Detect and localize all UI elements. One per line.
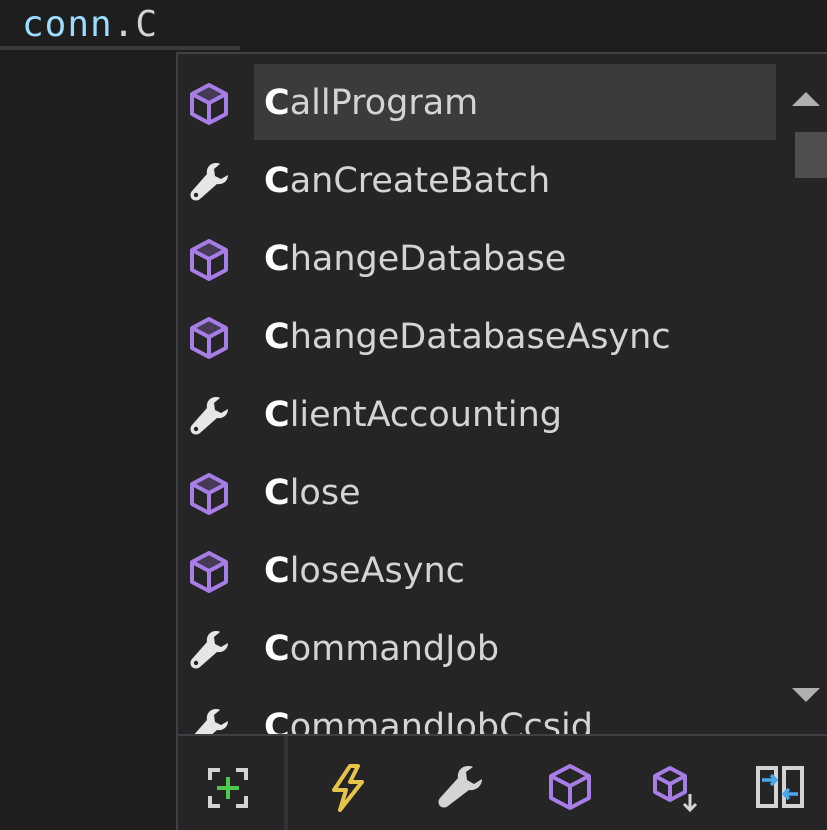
match-highlight: C: [264, 161, 290, 201]
completion-item[interactable]: ClientAccounting: [178, 376, 778, 454]
event-lightning-icon[interactable]: [320, 760, 376, 816]
completion-item[interactable]: CloseAsync: [178, 532, 778, 610]
scroll-up-arrow[interactable]: [792, 92, 820, 106]
member-dot: .: [112, 4, 136, 45]
label-rest: lientAccounting: [289, 395, 563, 435]
extension-method-icon[interactable]: [648, 760, 704, 816]
match-highlight: C: [264, 551, 290, 591]
match-highlight: C: [264, 83, 290, 123]
typed-prefix: C: [135, 4, 159, 45]
identifier-text: conn: [22, 4, 113, 45]
completion-item[interactable]: ChangeDatabaseAsync: [178, 298, 778, 376]
label-rest: hangeDatabaseAsync: [289, 317, 671, 357]
wrench-icon: [186, 393, 232, 439]
method-cube-icon: [186, 471, 232, 517]
match-highlight: C: [264, 629, 290, 669]
wrench-icon: [186, 627, 232, 673]
label-rest: loseAsync: [289, 551, 465, 591]
completion-list[interactable]: CallProgram CanCreateBatch ChangeDatabas…: [178, 64, 778, 782]
method-cube-icon: [186, 237, 232, 283]
completion-item-label: CanCreateBatch: [264, 160, 550, 202]
completion-item[interactable]: CommandJob: [178, 610, 778, 688]
scroll-thumb[interactable]: [795, 132, 827, 178]
completion-filter-toolbar: [178, 734, 827, 830]
completion-item-label: ChangeDatabase: [264, 238, 566, 280]
method-cube-icon: [186, 81, 232, 127]
editor-gutter: [0, 50, 176, 830]
editor-window: conn.C CallProgram CanCreateBatch Change…: [0, 0, 827, 830]
match-highlight: C: [264, 239, 290, 279]
completion-item[interactable]: CallProgram: [178, 64, 778, 142]
completion-item-label: ChangeDatabaseAsync: [264, 316, 671, 358]
expand-filter-icon[interactable]: [200, 760, 256, 816]
completion-item[interactable]: ChangeDatabase: [178, 220, 778, 298]
completion-popup: CallProgram CanCreateBatch ChangeDatabas…: [176, 52, 827, 830]
completion-item[interactable]: Close: [178, 454, 778, 532]
interface-swap-icon[interactable]: [752, 760, 808, 816]
method-cube-icon: [186, 315, 232, 361]
label-rest: ommandJob: [289, 629, 500, 669]
completion-item-label: CallProgram: [264, 82, 478, 124]
code-line[interactable]: conn.C: [0, 0, 827, 50]
scroll-down-arrow[interactable]: [792, 688, 820, 702]
completion-item-label: CommandJob: [264, 628, 499, 670]
code-text: conn.C: [22, 4, 158, 45]
completion-item-label: CloseAsync: [264, 550, 465, 592]
completion-scrollbar[interactable]: [782, 74, 827, 774]
label-rest: lose: [289, 473, 361, 513]
match-highlight: C: [264, 317, 290, 357]
match-highlight: C: [264, 473, 290, 513]
completion-item-label: ClientAccounting: [264, 394, 562, 436]
label-rest: allProgram: [289, 83, 479, 123]
completion-item-label: Close: [264, 472, 361, 514]
completion-item[interactable]: CanCreateBatch: [178, 142, 778, 220]
label-rest: anCreateBatch: [289, 161, 551, 201]
match-highlight: C: [264, 395, 290, 435]
wrench-icon: [186, 159, 232, 205]
property-wrench-icon[interactable]: [432, 760, 488, 816]
toolbar-separator: [284, 736, 288, 830]
method-cube-icon[interactable]: [542, 760, 598, 816]
method-cube-icon: [186, 549, 232, 595]
label-rest: hangeDatabase: [289, 239, 567, 279]
